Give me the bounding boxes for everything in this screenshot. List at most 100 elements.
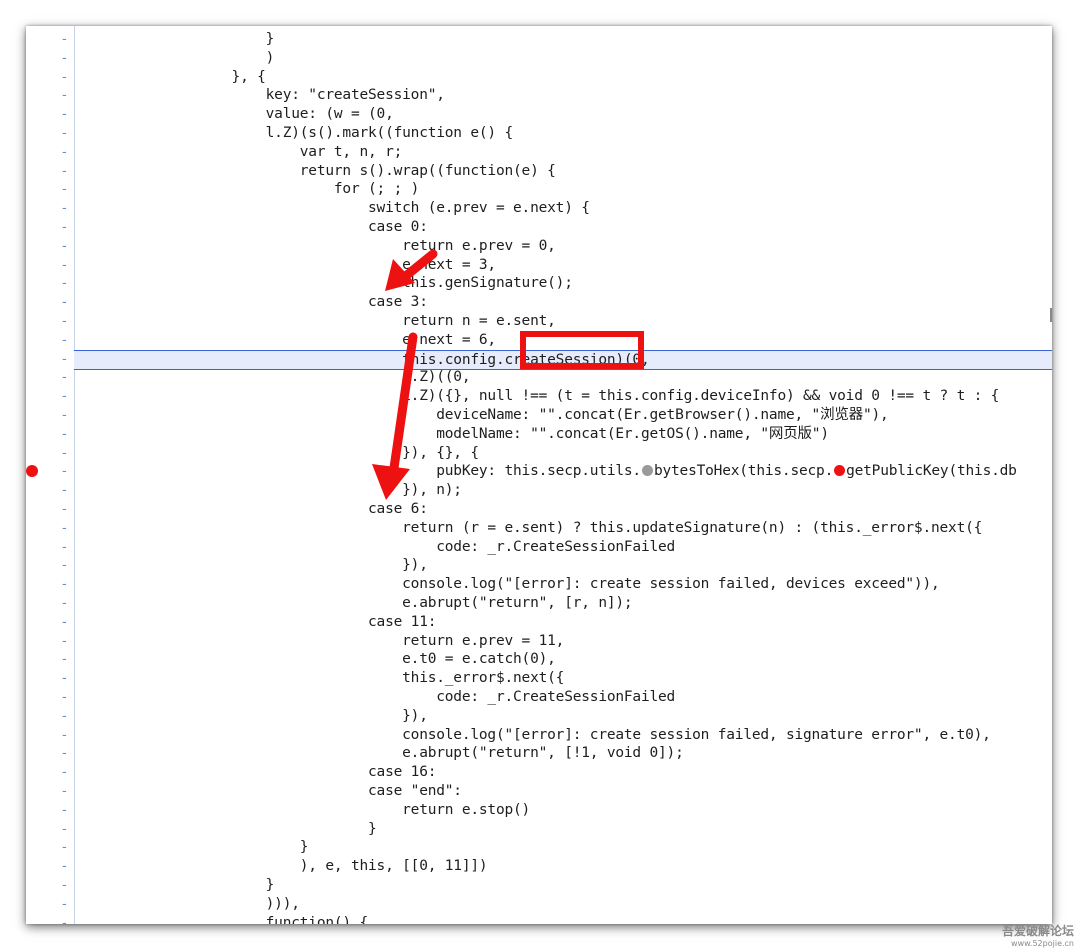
gutter-line-marker[interactable]: - <box>62 350 72 369</box>
gutter-line-marker[interactable]: - <box>62 143 72 162</box>
gutter-line-marker[interactable]: - <box>62 30 72 49</box>
inline-breakpoint-active-icon[interactable] <box>834 465 846 477</box>
code-line[interactable]: ), e, this, [[0, 11]]) <box>78 857 1052 876</box>
code-line[interactable]: console.log("[error]: create session fai… <box>78 575 1052 594</box>
gutter-line-marker[interactable]: - <box>62 556 72 575</box>
gutter-line-marker[interactable]: - <box>62 613 72 632</box>
code-line[interactable]: } <box>78 876 1052 895</box>
code-line[interactable]: i.Z)((0, <box>78 368 1052 387</box>
code-line[interactable]: ) <box>78 49 1052 68</box>
code-line[interactable]: e.abrupt("return", [r, n]); <box>78 594 1052 613</box>
code-line[interactable]: return (r = e.sent) ? this.updateSignatu… <box>78 519 1052 538</box>
code-line[interactable]: }), <box>78 707 1052 726</box>
gutter-line-marker[interactable]: - <box>62 857 72 876</box>
gutter-line-marker[interactable]: - <box>62 914 72 924</box>
gutter-line-marker[interactable]: - <box>62 387 72 406</box>
gutter-line-marker[interactable]: - <box>62 256 72 275</box>
gutter-line-marker[interactable]: - <box>62 801 72 820</box>
code-line[interactable]: this._error$.next({ <box>78 669 1052 688</box>
gutter-line-marker[interactable]: - <box>62 632 72 651</box>
code-line[interactable]: }), {}, { <box>78 444 1052 463</box>
inline-breakpoint-disabled-icon[interactable] <box>641 465 653 477</box>
gutter-line-marker[interactable]: - <box>62 820 72 839</box>
gutter-line-marker[interactable]: - <box>62 49 72 68</box>
gutter-line-marker[interactable]: - <box>62 180 72 199</box>
code-line[interactable]: } <box>78 30 1052 49</box>
code-line[interactable]: value: (w = (0, <box>78 105 1052 124</box>
code-line[interactable]: }), n); <box>78 481 1052 500</box>
code-line[interactable]: function() { <box>78 914 1052 924</box>
code-line[interactable]: switch (e.prev = e.next) { <box>78 199 1052 218</box>
scrollbar-marker[interactable] <box>1050 308 1052 322</box>
code-line[interactable]: } <box>78 838 1052 857</box>
code-line[interactable]: case 3: <box>78 293 1052 312</box>
gutter-line-marker[interactable]: - <box>62 650 72 669</box>
code-line[interactable]: code: _r.CreateSessionFailed <box>78 688 1052 707</box>
code-line[interactable]: var t, n, r; <box>78 143 1052 162</box>
gutter-line-marker[interactable]: - <box>62 744 72 763</box>
gutter-line-marker[interactable]: - <box>62 218 72 237</box>
code-line[interactable]: pubKey: this.secp.utils. bytesToHex(this.… <box>78 462 1052 481</box>
gutter-line-marker[interactable]: - <box>62 519 72 538</box>
code-area[interactable]: } ) }, { key: "createSession", value: (w… <box>74 26 1052 924</box>
gutter-line-marker[interactable]: - <box>62 237 72 256</box>
code-line[interactable]: }, { <box>78 68 1052 87</box>
code-line[interactable]: return e.stop() <box>78 801 1052 820</box>
gutter-line-marker[interactable]: - <box>62 782 72 801</box>
code-line[interactable]: i.Z)({}, null !== (t = this.config.devic… <box>78 387 1052 406</box>
gutter-line-marker[interactable]: - <box>62 162 72 181</box>
gutter-line-marker[interactable]: - <box>62 444 72 463</box>
code-line[interactable]: l.Z)(s().mark((function e() { <box>78 124 1052 143</box>
watermark-url: www.52pojie.cn <box>1011 939 1074 948</box>
gutter-line-marker[interactable]: - <box>62 594 72 613</box>
code-text: getPublicKey(this.db <box>846 463 1017 480</box>
code-line[interactable]: case 16: <box>78 763 1052 782</box>
code-line[interactable]: return s().wrap((function(e) { <box>78 162 1052 181</box>
gutter-line-marker[interactable]: - <box>62 406 72 425</box>
gutter-line-marker[interactable]: - <box>62 575 72 594</box>
gutter-line-marker[interactable]: - <box>62 274 72 293</box>
gutter-line-marker[interactable]: - <box>62 86 72 105</box>
code-line[interactable]: code: _r.CreateSessionFailed <box>78 538 1052 557</box>
code-line[interactable]: e.t0 = e.catch(0), <box>78 650 1052 669</box>
code-line[interactable]: e.next = 3, <box>78 256 1052 275</box>
code-line[interactable]: case "end": <box>78 782 1052 801</box>
gutter-line-marker[interactable]: - <box>62 763 72 782</box>
gutter-line-marker[interactable]: - <box>62 726 72 745</box>
code-line[interactable]: return n = e.sent, <box>78 312 1052 331</box>
code-line[interactable]: modelName: "".concat(Er.getOS().name, "网… <box>78 425 1052 444</box>
gutter-line-marker[interactable]: - <box>62 669 72 688</box>
code-line[interactable]: return e.prev = 11, <box>78 632 1052 651</box>
code-line[interactable]: } <box>78 820 1052 839</box>
gutter-line-marker[interactable]: - <box>62 312 72 331</box>
code-line[interactable]: }), <box>78 556 1052 575</box>
gutter-line-marker[interactable]: - <box>62 331 72 350</box>
gutter-line-marker[interactable]: - <box>62 425 72 444</box>
gutter-line-marker[interactable]: - <box>62 293 72 312</box>
gutter-line-marker[interactable]: - <box>62 838 72 857</box>
gutter-line-marker[interactable]: - <box>62 199 72 218</box>
gutter-line-marker[interactable]: - <box>62 124 72 143</box>
code-line[interactable]: key: "createSession", <box>78 86 1052 105</box>
gutter-line-marker[interactable]: - <box>62 707 72 726</box>
gutter-line-marker[interactable]: - <box>62 105 72 124</box>
gutter-line-marker[interactable]: - <box>62 876 72 895</box>
code-line[interactable]: case 11: <box>78 613 1052 632</box>
code-line[interactable]: this.genSignature(); <box>78 274 1052 293</box>
gutter-line-marker[interactable]: - <box>62 68 72 87</box>
code-line[interactable]: for (; ; ) <box>78 180 1052 199</box>
code-line[interactable]: case 0: <box>78 218 1052 237</box>
gutter-line-marker[interactable]: - <box>62 500 72 519</box>
code-line[interactable]: e.abrupt("return", [!1, void 0]); <box>78 744 1052 763</box>
code-line[interactable]: ))), <box>78 895 1052 914</box>
gutter-line-marker[interactable]: - <box>62 481 72 500</box>
code-line[interactable]: console.log("[error]: create session fai… <box>78 726 1052 745</box>
gutter-line-marker[interactable]: - <box>62 895 72 914</box>
gutter-line-marker[interactable]: - <box>62 368 72 387</box>
gutter-line-marker[interactable]: - <box>62 538 72 557</box>
code-line[interactable]: case 6: <box>78 500 1052 519</box>
code-line[interactable]: deviceName: "".concat(Er.getBrowser().na… <box>78 406 1052 425</box>
gutter-line-marker[interactable]: - <box>62 688 72 707</box>
gutter-line-marker[interactable]: - <box>62 462 72 481</box>
code-line[interactable]: return e.prev = 0, <box>78 237 1052 256</box>
